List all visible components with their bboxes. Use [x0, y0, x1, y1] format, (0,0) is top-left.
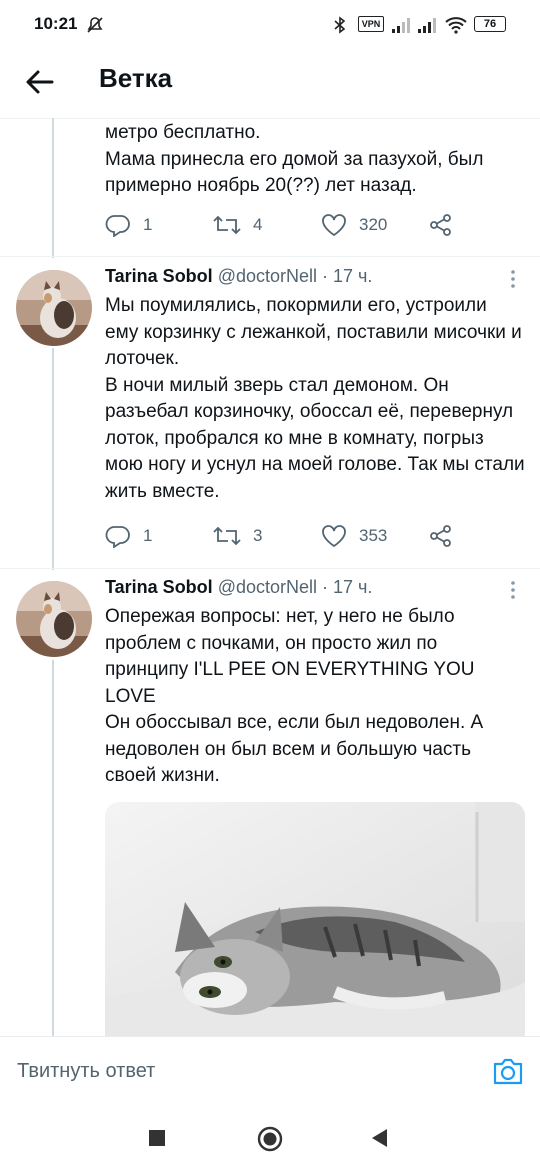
thread-line: [52, 660, 54, 1036]
tweet-text: метро бесплатно. Мама принесла его домой…: [105, 122, 484, 196]
divider: [0, 568, 540, 569]
share-button[interactable]: [429, 210, 453, 240]
camera-icon[interactable]: [492, 1056, 524, 1086]
reply-count: 1: [143, 526, 153, 545]
battery-icon: 76: [474, 16, 506, 32]
tweet-text: Мы поумилялись, покормили его, устроили …: [105, 295, 525, 502]
retweet-count: 4: [253, 215, 263, 234]
tweet-time: · 17 ч.: [322, 266, 373, 286]
retweet-button[interactable]: 3: [213, 521, 262, 551]
home-button[interactable]: [257, 1126, 283, 1152]
avatar[interactable]: [16, 270, 92, 346]
recents-button[interactable]: [149, 1130, 165, 1146]
reply-bar[interactable]: Твитнуть ответ: [0, 1036, 540, 1108]
reply-button[interactable]: 1: [105, 210, 152, 240]
clock: 10:21: [34, 14, 78, 33]
tweet-actions: 1 4 320: [105, 210, 505, 240]
tweet-meta: Tarina Sobol @doctorNell · 17 ч.: [105, 266, 372, 287]
tweet-actions: 1 3 353: [105, 521, 505, 551]
signal-icon-2: [418, 18, 436, 33]
heart-icon: [322, 525, 346, 548]
retweet-button[interactable]: 4: [213, 210, 262, 240]
bluetooth-icon: [334, 16, 346, 34]
status-bar: 10:21 VPN 76: [0, 0, 540, 50]
cat-avatar-image: [16, 270, 92, 346]
like-button[interactable]: 353: [321, 521, 387, 551]
cat-avatar-image: [16, 581, 92, 657]
author-handle[interactable]: @doctorNell: [218, 266, 317, 286]
author-name[interactable]: Tarina Sobol: [105, 577, 213, 597]
reply-count: 1: [143, 215, 153, 234]
more-options-icon[interactable]: [503, 578, 523, 602]
share-icon: [430, 214, 451, 236]
tweet-text: Опережая вопросы: нет, у него не было пр…: [105, 606, 484, 786]
cat-photo-image: [105, 802, 525, 1036]
retweet-icon: [213, 526, 241, 546]
retweet-icon: [213, 215, 241, 235]
page-title: Ветка: [99, 63, 173, 93]
tweet-photo[interactable]: [105, 802, 525, 1036]
more-options-icon[interactable]: [503, 267, 523, 291]
author-handle[interactable]: @doctorNell: [218, 577, 317, 597]
reply-icon: [105, 526, 130, 548]
like-button[interactable]: 320: [321, 210, 387, 240]
back-nav-icon[interactable]: [370, 1128, 388, 1148]
like-count: 320: [359, 215, 388, 234]
signal-icon: [392, 18, 410, 33]
tweet-time: · 17 ч.: [322, 577, 373, 597]
reply-button[interactable]: 1: [105, 521, 152, 551]
system-nav-bar: [0, 1106, 540, 1170]
vpn-icon: VPN: [358, 16, 384, 32]
app-header: Ветка: [0, 50, 540, 119]
heart-icon: [322, 214, 346, 237]
divider: [0, 256, 540, 257]
thread-line: [52, 348, 54, 570]
reply-input[interactable]: Твитнуть ответ: [17, 1060, 155, 1083]
share-icon: [430, 525, 451, 547]
thread-line: [52, 118, 54, 258]
avatar[interactable]: [16, 581, 92, 657]
tweet-meta: Tarina Sobol @doctorNell · 17 ч.: [105, 577, 372, 598]
dnd-icon: [87, 17, 103, 33]
retweet-count: 3: [253, 526, 263, 545]
reply-icon: [105, 215, 130, 237]
back-arrow-icon[interactable]: [22, 64, 58, 100]
wifi-icon: [445, 17, 467, 34]
share-button[interactable]: [429, 521, 453, 551]
author-name[interactable]: Tarina Sobol: [105, 266, 213, 286]
like-count: 353: [359, 526, 388, 545]
